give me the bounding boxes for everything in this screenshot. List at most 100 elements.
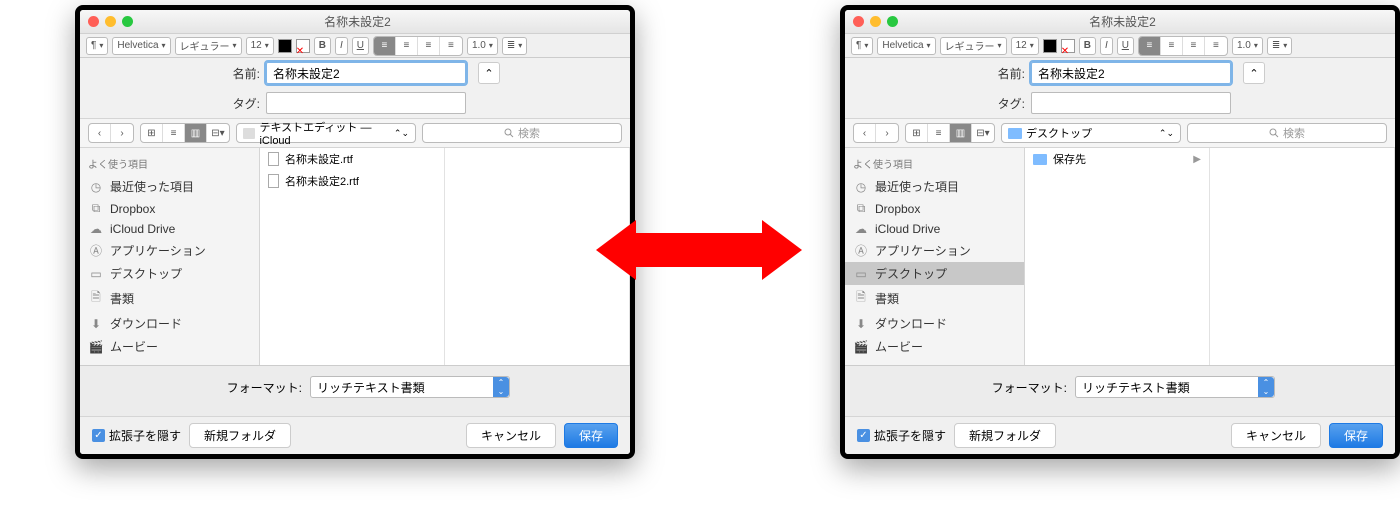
sidebar-item-icloud[interactable]: ☁iCloud Drive: [845, 219, 1024, 239]
window-title: 名称未設定2: [858, 13, 1387, 30]
dropbox-icon: ⧉: [88, 201, 104, 216]
name-label: 名前:: [845, 65, 1025, 82]
checkmark-icon: ✓: [857, 429, 870, 442]
button-row: ✓拡張子を隠す 新規フォルダ キャンセル 保存: [845, 416, 1395, 454]
sidebar-item-downloads[interactable]: ⬇ダウンロード: [845, 312, 1024, 335]
sidebar-item-applications[interactable]: Ⓐアプリケーション: [80, 239, 259, 262]
font-family-select[interactable]: Helvetica▾: [112, 37, 170, 55]
sidebar-item-recents[interactable]: ◷最近使った項目: [80, 175, 259, 198]
window-title: 名称未設定2: [93, 13, 622, 30]
list-style[interactable]: ≣▾: [1267, 37, 1292, 55]
nav-back-forward[interactable]: ‹›: [853, 123, 899, 143]
tag-input[interactable]: [266, 92, 466, 114]
search-icon: [1269, 128, 1279, 138]
bold-button[interactable]: B: [314, 37, 331, 55]
file-column-2[interactable]: [1210, 148, 1395, 365]
file-item[interactable]: 名称未設定.rtf: [260, 148, 444, 170]
filename-input[interactable]: [1031, 62, 1231, 84]
sidebar-item-applications[interactable]: Ⓐアプリケーション: [845, 239, 1024, 262]
bold-button[interactable]: B: [1079, 37, 1096, 55]
desktop-icon: ▭: [88, 267, 104, 281]
font-size-select[interactable]: 12▾: [1011, 37, 1039, 55]
tag-input[interactable]: [1031, 92, 1231, 114]
text-color[interactable]: [278, 39, 292, 53]
location-popup[interactable]: テキストエディット — iCloud⌃⌄: [236, 123, 416, 143]
sidebar-item-desktop[interactable]: ▭デスクトップ: [80, 262, 259, 285]
new-folder-button[interactable]: 新規フォルダ: [954, 423, 1056, 448]
font-style-select[interactable]: レギュラー▾: [940, 37, 1007, 55]
sidebar-item-dropbox[interactable]: ⧉Dropbox: [80, 198, 259, 219]
font-style-select[interactable]: レギュラー▾: [175, 37, 242, 55]
sidebar-item-documents[interactable]: 🗎書類: [80, 285, 259, 312]
save-button[interactable]: 保存: [1329, 423, 1383, 448]
download-icon: ⬇: [853, 317, 869, 331]
nav-toolbar: ‹› ⊞≡▥⊟▾ デスクトップ⌃⌄ 検索: [845, 118, 1395, 148]
search-input[interactable]: 検索: [422, 123, 622, 143]
sidebar-item-desktop[interactable]: ▭デスクトップ: [845, 262, 1024, 285]
file-column-1[interactable]: 名称未設定.rtf 名称未設定2.rtf: [260, 148, 445, 365]
sidebar-item-recents[interactable]: ◷最近使った項目: [845, 175, 1024, 198]
italic-button[interactable]: I: [335, 37, 348, 55]
app-icon: Ⓐ: [88, 242, 104, 259]
cancel-button[interactable]: キャンセル: [1231, 423, 1321, 448]
sidebar-item-icloud[interactable]: ☁iCloud Drive: [80, 219, 259, 239]
sidebar-item-documents[interactable]: 🗎書類: [845, 285, 1024, 312]
name-label: 名前:: [80, 65, 260, 82]
italic-button[interactable]: I: [1100, 37, 1113, 55]
list-style[interactable]: ≣▾: [502, 37, 527, 55]
collapse-button[interactable]: ⌃: [478, 62, 500, 84]
doc-icon: 🗎: [853, 288, 869, 309]
text-align[interactable]: ≡≡≡≡: [1138, 36, 1228, 56]
search-input[interactable]: 検索: [1187, 123, 1387, 143]
text-align[interactable]: ≡≡≡≡: [373, 36, 463, 56]
text-color[interactable]: [1043, 39, 1057, 53]
save-button[interactable]: 保存: [564, 423, 618, 448]
line-spacing[interactable]: 1.0▾: [467, 37, 498, 55]
collapse-button[interactable]: ⌃: [1243, 62, 1265, 84]
save-panel: 名前: ⌃ タグ: ‹› ⊞≡▥⊟▾ テキストエディット — iCloud⌃⌄ …: [80, 58, 630, 454]
save-panel: 名前: ⌃ タグ: ‹› ⊞≡▥⊟▾ デスクトップ⌃⌄ 検索 よく使う項目 ◷最…: [845, 58, 1395, 454]
textedit-icon: [243, 128, 255, 139]
filename-input[interactable]: [266, 62, 466, 84]
view-mode[interactable]: ⊞≡▥⊟▾: [905, 123, 995, 143]
clock-icon: ◷: [853, 180, 869, 194]
file-column-1[interactable]: 保存先▶: [1025, 148, 1210, 365]
underline-button[interactable]: U: [1117, 37, 1134, 55]
doc-icon: [268, 174, 279, 188]
hide-extension-checkbox[interactable]: ✓拡張子を隠す: [92, 427, 181, 444]
highlight-color[interactable]: ✕: [296, 39, 310, 53]
cancel-button[interactable]: キャンセル: [466, 423, 556, 448]
format-select[interactable]: リッチテキスト書類⌃⌄: [1075, 376, 1275, 398]
file-item[interactable]: 名称未設定2.rtf: [260, 170, 444, 192]
line-spacing[interactable]: 1.0▾: [1232, 37, 1263, 55]
format-select[interactable]: リッチテキスト書類⌃⌄: [310, 376, 510, 398]
arrow-annotation: [682, 220, 802, 280]
new-folder-button[interactable]: 新規フォルダ: [189, 423, 291, 448]
tag-label: タグ:: [80, 95, 260, 112]
sidebar-item-movies[interactable]: 🎬ムービー: [80, 335, 259, 358]
font-size-select[interactable]: 12▾: [246, 37, 274, 55]
paragraph-style[interactable]: ¶▾: [86, 37, 108, 55]
chevron-right-icon: ▶: [1193, 154, 1201, 165]
sidebar-item-downloads[interactable]: ⬇ダウンロード: [80, 312, 259, 335]
sidebar: よく使う項目 ◷最近使った項目 ⧉Dropbox ☁iCloud Drive Ⓐ…: [845, 148, 1025, 365]
checkmark-icon: ✓: [92, 429, 105, 442]
cloud-icon: ☁: [853, 222, 869, 236]
paragraph-style[interactable]: ¶▾: [851, 37, 873, 55]
nav-toolbar: ‹› ⊞≡▥⊟▾ テキストエディット — iCloud⌃⌄ 検索: [80, 118, 630, 148]
search-icon: [504, 128, 514, 138]
hide-extension-checkbox[interactable]: ✓拡張子を隠す: [857, 427, 946, 444]
location-popup[interactable]: デスクトップ⌃⌄: [1001, 123, 1181, 143]
file-item[interactable]: 保存先▶: [1025, 148, 1209, 170]
save-dialog-after: 名称未設定2 ¶▾ Helvetica▾ レギュラー▾ 12▾ ✕ B I U …: [840, 5, 1400, 459]
cloud-icon: ☁: [88, 222, 104, 236]
highlight-color[interactable]: ✕: [1061, 39, 1075, 53]
view-mode[interactable]: ⊞≡▥⊟▾: [140, 123, 230, 143]
app-icon: Ⓐ: [853, 242, 869, 259]
underline-button[interactable]: U: [352, 37, 369, 55]
sidebar-item-movies[interactable]: 🎬ムービー: [845, 335, 1024, 358]
nav-back-forward[interactable]: ‹›: [88, 123, 134, 143]
font-family-select[interactable]: Helvetica▾: [877, 37, 935, 55]
sidebar-item-dropbox[interactable]: ⧉Dropbox: [845, 198, 1024, 219]
titlebar: 名称未設定2: [80, 10, 630, 34]
